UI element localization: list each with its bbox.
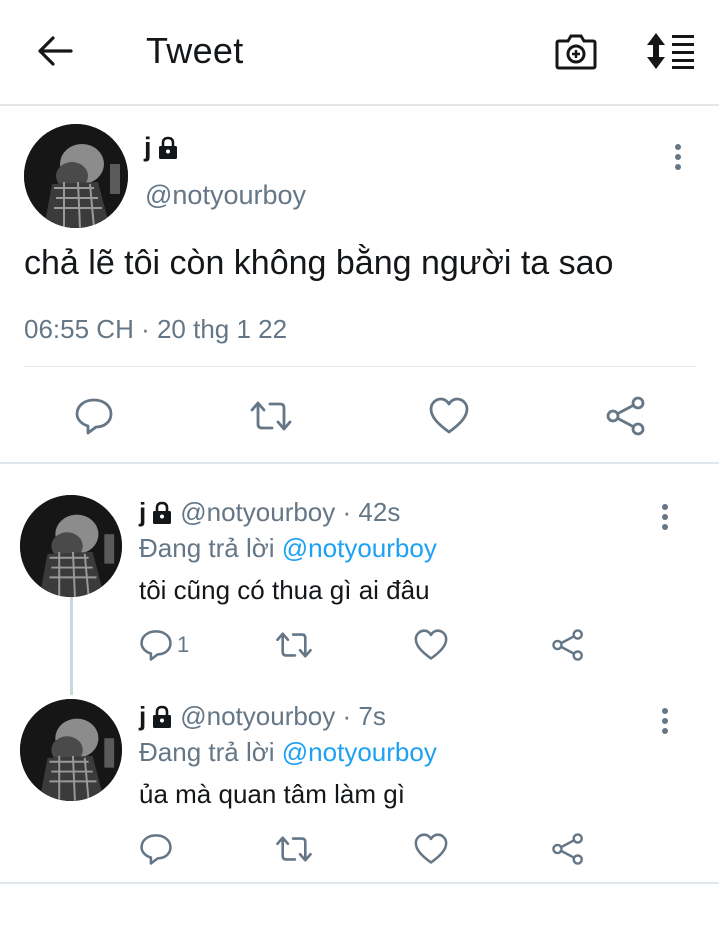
share-button[interactable] [602, 392, 650, 440]
tweet-text: chả lẽ tôi còn không bằng người ta sao [24, 244, 614, 282]
reply-tweet[interactable]: j @notyourboy · 42s Đang trả lời @notyou… [0, 495, 719, 685]
more-dot-icon [662, 514, 668, 520]
more-options-button[interactable] [650, 497, 680, 537]
like-icon [429, 397, 469, 434]
share-button[interactable] [546, 625, 590, 665]
reply-header: j @notyourboy · 7s [139, 701, 386, 732]
display-name: j [139, 497, 147, 527]
avatar[interactable] [20, 699, 122, 801]
avatar-image [20, 495, 122, 597]
like-button[interactable] [409, 829, 453, 869]
avatar-image [24, 124, 128, 228]
more-dot-icon [675, 154, 681, 160]
back-button[interactable] [30, 26, 80, 76]
share-icon [606, 396, 645, 436]
thread-connector [70, 597, 73, 695]
reply-time: · 7s [335, 701, 386, 732]
divider [24, 366, 696, 367]
sort-button[interactable] [642, 26, 700, 76]
mention-link[interactable]: @notyourboy [282, 533, 437, 563]
camera-button[interactable] [551, 26, 601, 76]
avatar[interactable] [24, 124, 128, 228]
reply-count: 1 [177, 632, 190, 657]
like-button[interactable] [409, 625, 453, 665]
replying-prefix: Đang trả lời [139, 737, 282, 767]
like-icon [414, 629, 448, 660]
retweet-button[interactable] [246, 392, 296, 440]
reply-tweet[interactable]: j @notyourboy · 7s Đang trả lời @notyour… [0, 699, 719, 879]
page-title: Tweet [146, 30, 244, 71]
like-icon [414, 833, 448, 864]
more-options-button[interactable] [663, 137, 693, 177]
back-arrow-icon [38, 36, 73, 66]
more-dot-icon [662, 728, 668, 734]
more-dot-icon [675, 164, 681, 170]
replying-prefix: Đang trả lời [139, 533, 282, 563]
retweet-icon [250, 401, 292, 431]
author-handle: @notyourboy [180, 701, 336, 731]
tweet-timestamp: 06:55 CH · 20 thg 1 22 [24, 314, 288, 344]
reply-time: · 42s [335, 497, 401, 528]
reply-time-value: · 7s [342, 701, 386, 731]
reply-time-value: · 42s [342, 497, 401, 527]
author-name: j [144, 132, 180, 163]
more-dot-icon [662, 708, 668, 714]
top-app-bar: Tweet [0, 0, 719, 106]
retweet-icon [276, 836, 312, 862]
share-icon [552, 833, 583, 865]
reply-text: tôi cũng có thua gì ai đâu [139, 575, 430, 605]
camera-icon [555, 34, 597, 70]
lock-icon [158, 136, 177, 159]
author-handle: @notyourboy [145, 180, 306, 210]
retweet-button[interactable] [272, 625, 316, 665]
sort-icon [647, 33, 694, 69]
more-options-button[interactable] [650, 701, 680, 741]
more-dot-icon [662, 524, 668, 530]
display-name: j [144, 132, 152, 162]
reply-icon [140, 630, 172, 661]
reply-icon [75, 398, 113, 435]
avatar[interactable] [20, 495, 122, 597]
like-button[interactable] [424, 392, 474, 440]
reply-button[interactable]: 1 [139, 625, 199, 665]
replying-to: Đang trả lời @notyourboy [139, 533, 437, 564]
main-tweet: j @notyourboy chả lẽ tôi còn không bằng … [0, 108, 719, 464]
section-divider [0, 882, 719, 884]
replying-to: Đang trả lời @notyourboy [139, 737, 437, 768]
retweet-icon [276, 632, 312, 658]
author-handle: @notyourboy [180, 497, 336, 527]
share-button[interactable] [546, 829, 590, 869]
share-icon [552, 629, 583, 661]
display-name: j [139, 701, 147, 731]
lock-icon [153, 705, 172, 728]
reply-button[interactable] [139, 829, 183, 869]
reply-text: ủa mà quan tâm làm gì [139, 779, 405, 809]
more-dot-icon [662, 504, 668, 510]
more-dot-icon [662, 718, 668, 724]
reply-button[interactable] [70, 392, 118, 440]
more-dot-icon [675, 144, 681, 150]
avatar-image [20, 699, 122, 801]
lock-icon [153, 501, 172, 524]
reply-icon [140, 834, 172, 865]
retweet-button[interactable] [272, 829, 316, 869]
reply-header: j @notyourboy · 42s [139, 497, 400, 528]
section-divider [0, 462, 719, 464]
mention-link[interactable]: @notyourboy [282, 737, 437, 767]
